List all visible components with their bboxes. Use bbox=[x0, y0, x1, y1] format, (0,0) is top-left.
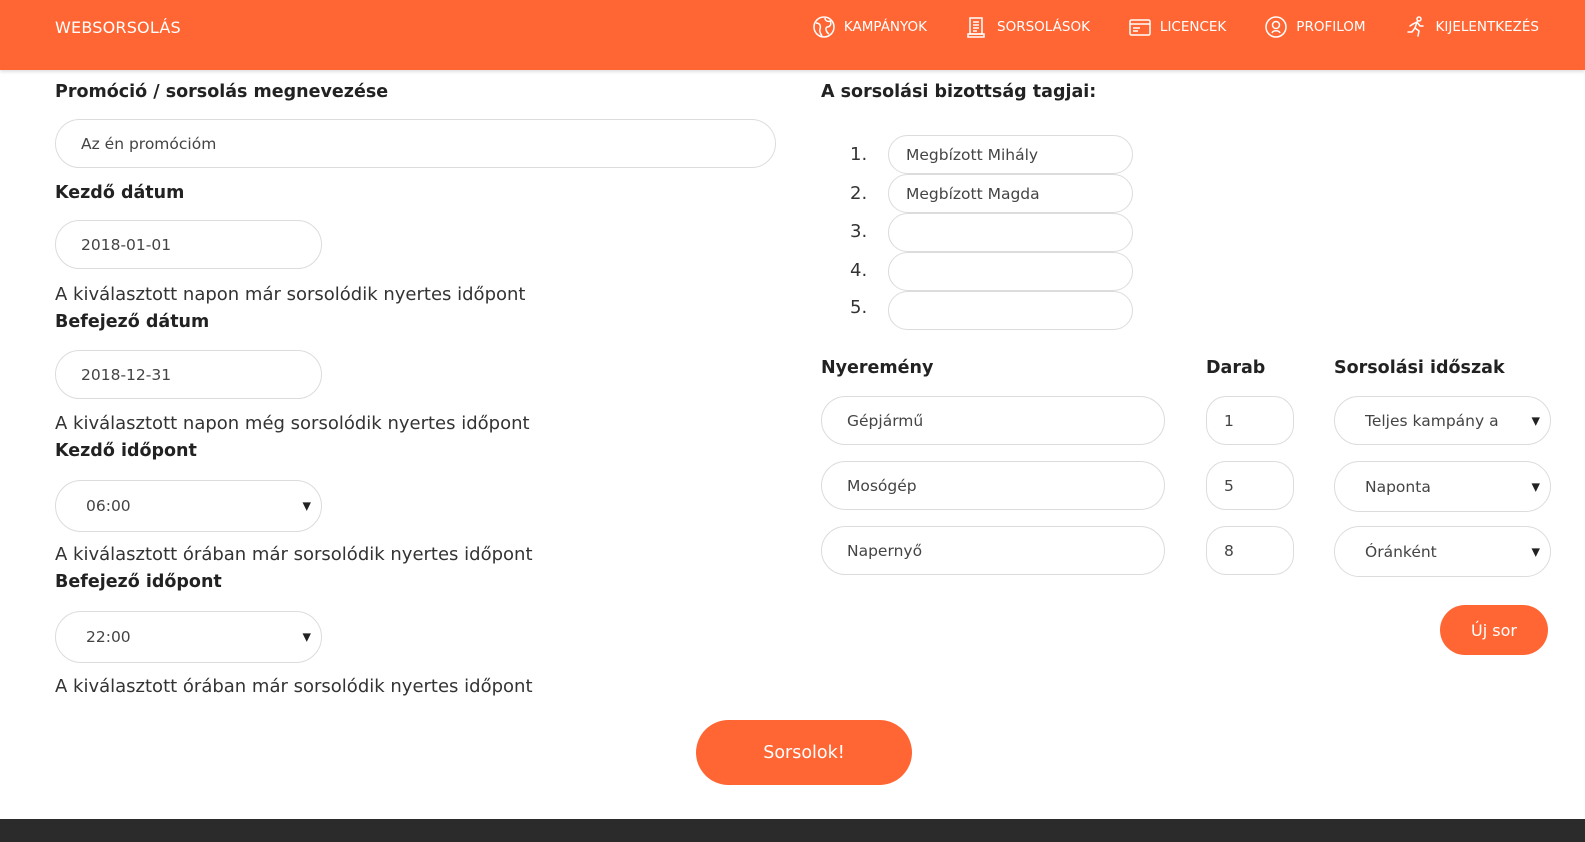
start-time-label: Kezdő időpont bbox=[55, 441, 197, 461]
end-date-label: Befejező dátum bbox=[55, 312, 210, 332]
nav-item-licencek[interactable]: LICENCEK bbox=[1128, 15, 1226, 39]
prize-3-count-input[interactable] bbox=[1206, 526, 1294, 575]
prize-1-period-select[interactable]: Teljes kampány a ▼ bbox=[1334, 396, 1551, 445]
nav-label: KIJELENTKEZÉS bbox=[1435, 19, 1539, 35]
period-column-header: Sorsolási időszak bbox=[1334, 358, 1505, 378]
member-number: 5. bbox=[850, 297, 868, 318]
runner-icon bbox=[1406, 16, 1424, 37]
prize-2-count-input[interactable] bbox=[1206, 461, 1294, 510]
prize-2-period-value: Naponta bbox=[1365, 477, 1431, 496]
member-number: 3. bbox=[850, 221, 868, 242]
start-time-hint: A kiválasztott órában már sorsolódik nye… bbox=[55, 544, 533, 565]
caret-down-icon: ▼ bbox=[1527, 480, 1540, 493]
prize-2-input[interactable] bbox=[821, 461, 1165, 510]
member-number: 2. bbox=[850, 183, 868, 204]
end-date-hint: A kiválasztott napon még sorsolódik nyer… bbox=[55, 413, 530, 434]
nav-label: LICENCEK bbox=[1159, 19, 1227, 35]
nav-label: PROFILOM bbox=[1296, 19, 1366, 35]
nav-item-kijelentkezes[interactable]: KIJELENTKEZÉS bbox=[1404, 15, 1539, 39]
end-time-value: 22:00 bbox=[86, 628, 131, 646]
start-date-hint: A kiválasztott napon már sorsolódik nyer… bbox=[55, 284, 526, 305]
nav-item-sorsolasok[interactable]: SORSOLÁSOK bbox=[965, 15, 1090, 39]
caret-down-icon: ▼ bbox=[298, 499, 311, 513]
committee-member-3-input[interactable] bbox=[888, 213, 1133, 252]
brand-logo[interactable]: WEBSORSOLÁS bbox=[55, 18, 181, 37]
committee-member-4-input[interactable] bbox=[888, 252, 1133, 291]
nav-item-kampanyok[interactable]: KAMPÁNYOK bbox=[812, 15, 927, 39]
end-date-input[interactable] bbox=[55, 350, 322, 399]
member-number: 4. bbox=[850, 260, 868, 281]
committee-title: A sorsolási bizottság tagjai: bbox=[821, 82, 1097, 102]
end-time-label: Befejező időpont bbox=[55, 572, 222, 592]
start-time-value: 06:00 bbox=[86, 497, 131, 515]
end-time-hint: A kiválasztott órában már sorsolódik nye… bbox=[55, 676, 533, 697]
promo-name-label: Promóció / sorsolás megnevezése bbox=[55, 82, 389, 102]
count-column-header: Darab bbox=[1206, 358, 1266, 378]
committee-member-5-input[interactable] bbox=[888, 291, 1133, 330]
start-date-input[interactable] bbox=[55, 220, 322, 269]
prize-1-period-value: Teljes kampány a bbox=[1365, 411, 1499, 430]
scroll-icon bbox=[967, 17, 985, 38]
top-navbar: WEBSORSOLÁS KAMPÁNYOK SORSOLÁSOK LICENCE… bbox=[0, 0, 1585, 70]
start-date-label: Kezdő dátum bbox=[55, 183, 185, 203]
main-nav: KAMPÁNYOK SORSOLÁSOK LICENCEK PROFILOM K… bbox=[812, 15, 1539, 39]
caret-down-icon: ▼ bbox=[1527, 545, 1540, 558]
start-time-select[interactable]: 06:00 ▼ bbox=[55, 480, 322, 532]
prize-3-period-value: Óránként bbox=[1365, 542, 1437, 561]
footer bbox=[0, 819, 1585, 842]
prize-1-count-input[interactable] bbox=[1206, 396, 1294, 445]
prize-column-header: Nyeremény bbox=[821, 358, 934, 378]
nav-label: KAMPÁNYOK bbox=[843, 19, 928, 35]
promo-name-input[interactable] bbox=[55, 119, 776, 168]
prize-1-input[interactable] bbox=[821, 396, 1165, 445]
submit-draw-button[interactable]: Sorsolok! bbox=[696, 720, 912, 785]
prize-2-period-select[interactable]: Naponta ▼ bbox=[1334, 461, 1551, 512]
globe-icon bbox=[813, 16, 835, 38]
caret-down-icon: ▼ bbox=[298, 630, 311, 644]
prize-3-input[interactable] bbox=[821, 526, 1165, 575]
card-icon bbox=[1129, 19, 1151, 36]
end-time-select[interactable]: 22:00 ▼ bbox=[55, 611, 322, 663]
prize-3-period-select[interactable]: Óránként ▼ bbox=[1334, 526, 1551, 577]
caret-down-icon: ▼ bbox=[1527, 414, 1540, 427]
committee-member-2-input[interactable] bbox=[888, 174, 1133, 213]
committee-member-1-input[interactable] bbox=[888, 135, 1133, 174]
member-number: 1. bbox=[850, 144, 868, 165]
user-circle-icon bbox=[1265, 16, 1288, 38]
new-row-button[interactable]: Új sor bbox=[1440, 605, 1548, 655]
nav-item-profilom[interactable]: PROFILOM bbox=[1264, 15, 1366, 39]
nav-label: SORSOLÁSOK bbox=[997, 19, 1090, 35]
